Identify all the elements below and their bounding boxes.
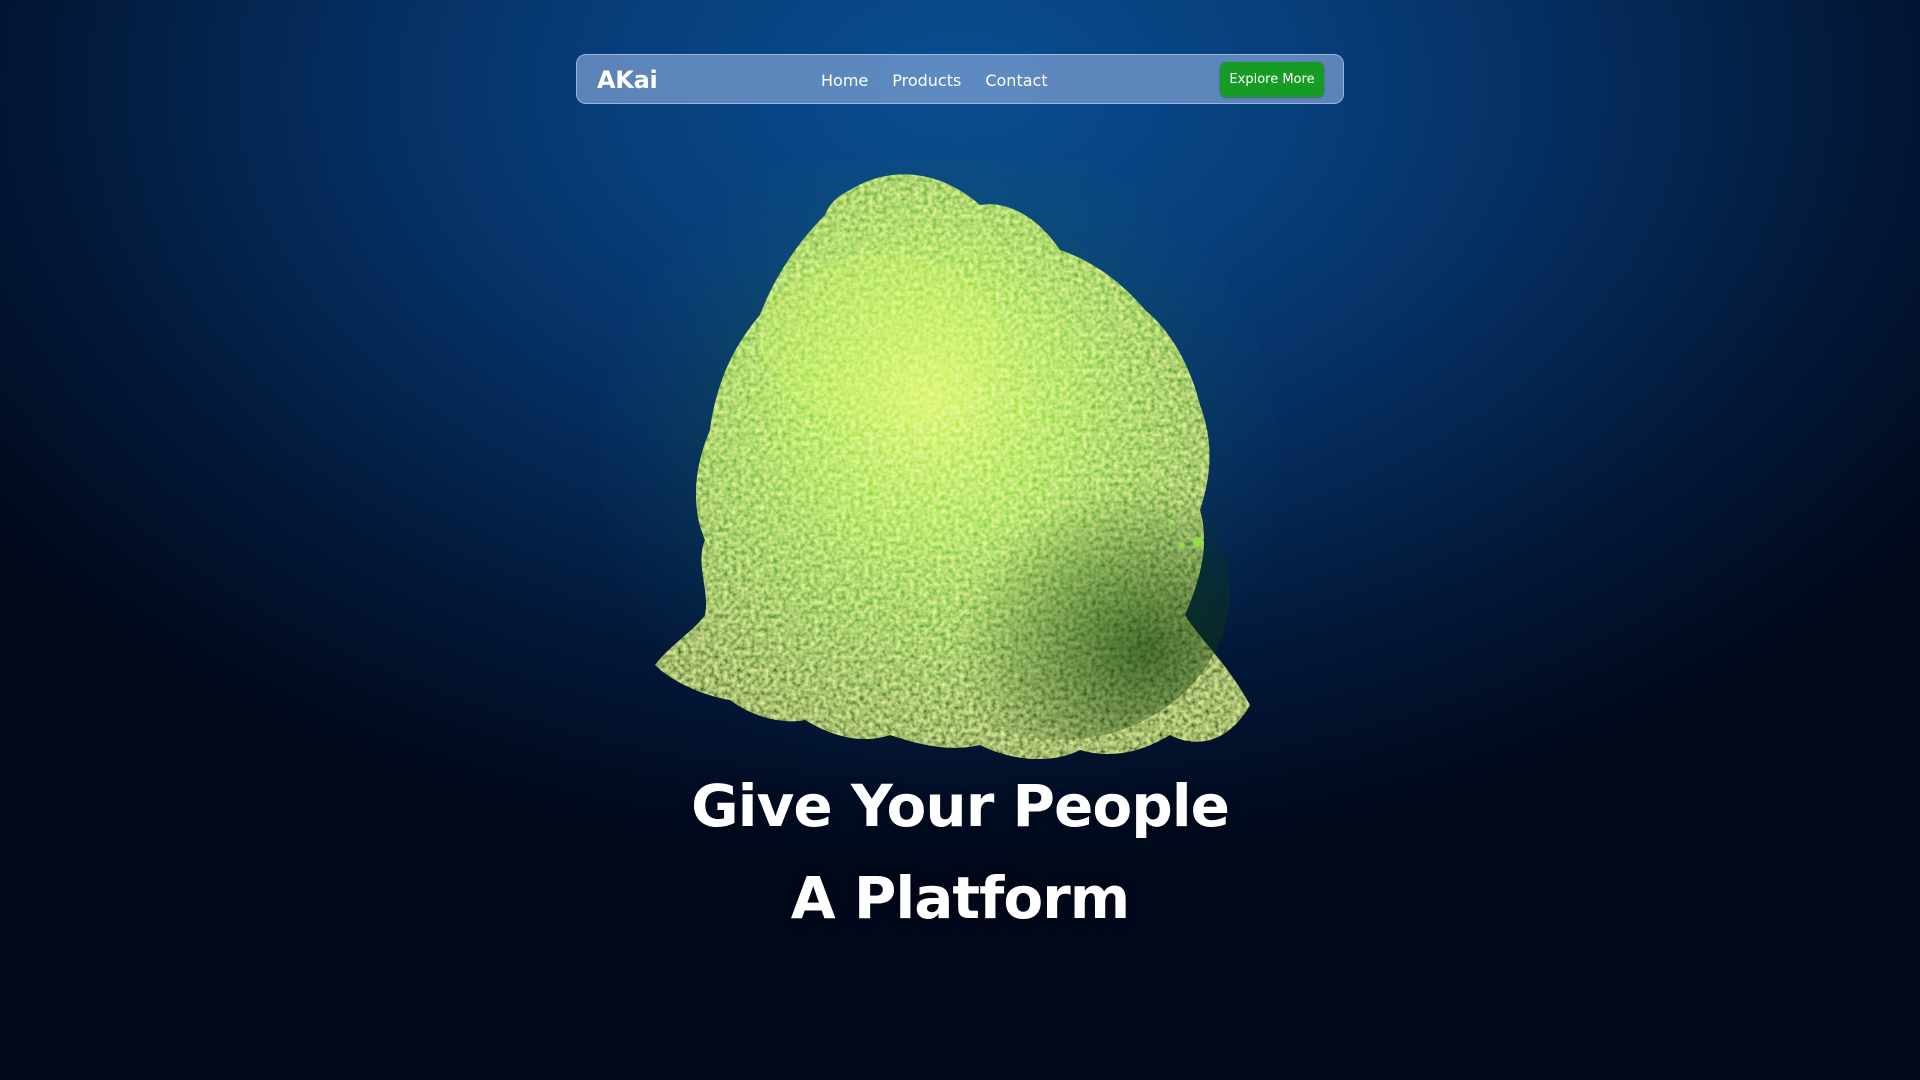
explore-more-button[interactable]: Explore More: [1220, 62, 1324, 97]
brand-logo[interactable]: AKai: [597, 55, 658, 105]
particle: [1170, 520, 1174, 524]
hero-image: [600, 160, 1280, 790]
blob-shadow: [890, 440, 1230, 740]
nav-link-home[interactable]: Home: [821, 71, 868, 90]
hero-headline-line-1: Give Your People: [691, 772, 1230, 840]
particle: [1193, 537, 1203, 547]
navbar: AKai Home Products Contact Explore More: [576, 54, 1344, 104]
particle: [1179, 542, 1185, 548]
nav-link-products[interactable]: Products: [892, 71, 961, 90]
hero-headline: Give Your People A Platform: [560, 760, 1360, 944]
nav-link-contact[interactable]: Contact: [985, 71, 1047, 90]
hero-headline-line-2: A Platform: [790, 864, 1130, 932]
nav-links: Home Products Contact: [821, 55, 1048, 105]
blob-highlight: [760, 255, 1000, 425]
